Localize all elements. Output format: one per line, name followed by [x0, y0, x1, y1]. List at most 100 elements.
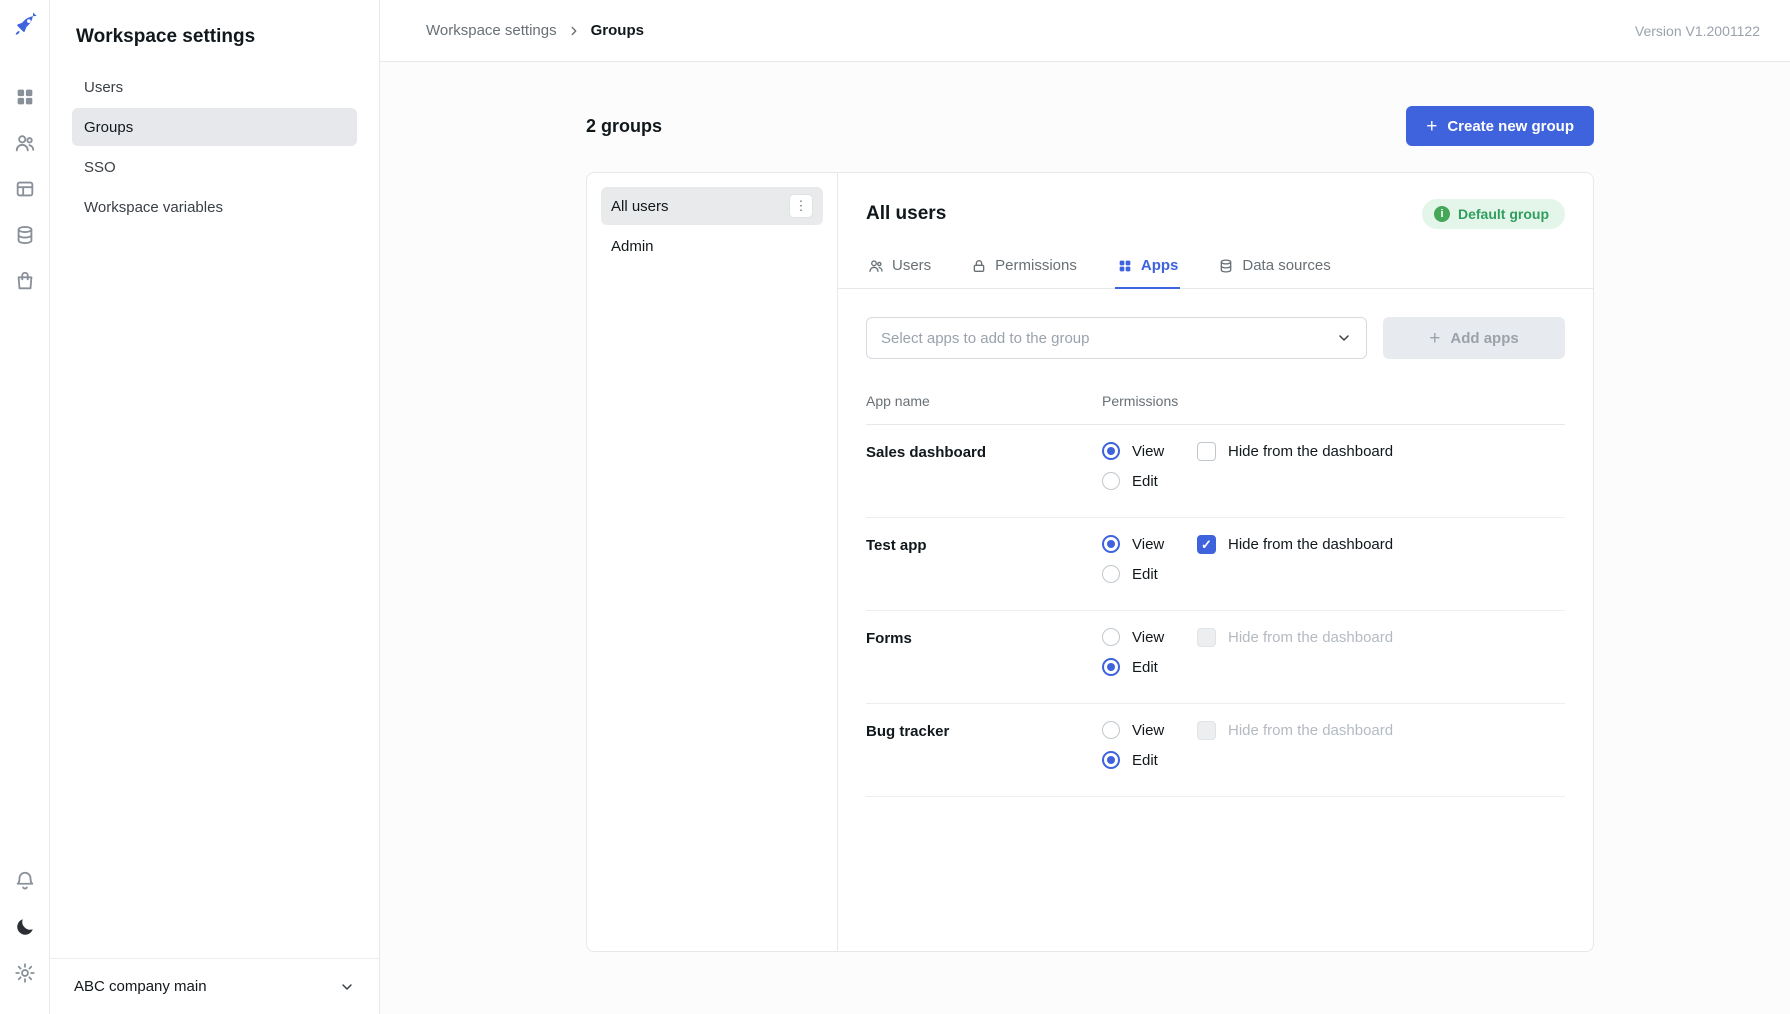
sidebar-item-groups[interactable]: Groups: [72, 108, 357, 146]
edit-permission-option[interactable]: Edit: [1102, 751, 1197, 769]
permission-radios: View Edit: [1102, 442, 1197, 502]
tab-data-sources[interactable]: Data sources: [1216, 251, 1332, 289]
hide-from-dashboard-checkbox[interactable]: [1197, 442, 1216, 461]
view-permission-option[interactable]: View: [1102, 442, 1197, 460]
apps-table-rows: Sales dashboard View Edit Hide from the …: [866, 425, 1565, 797]
app-name: Test app: [866, 537, 927, 554]
radio-label: Edit: [1132, 751, 1158, 769]
settings-sidebar: Workspace settings Users Groups SSO Work…: [50, 0, 380, 1014]
group-detail: All users i Default group Users Permissi…: [838, 173, 1593, 951]
edit-radio[interactable]: [1102, 565, 1120, 583]
edit-permission-option[interactable]: Edit: [1102, 658, 1197, 676]
edit-permission-option[interactable]: Edit: [1102, 565, 1197, 583]
view-radio[interactable]: [1102, 442, 1120, 460]
info-icon: i: [1434, 206, 1450, 222]
edit-radio[interactable]: [1102, 472, 1120, 490]
users-icon[interactable]: [14, 132, 36, 154]
group-detail-header: All users i Default group Users Permissi…: [838, 173, 1593, 289]
radio-label: Edit: [1132, 472, 1158, 490]
view-permission-option[interactable]: View: [1102, 535, 1197, 553]
view-radio[interactable]: [1102, 628, 1120, 646]
hide-from-dashboard-option[interactable]: Hide from the dashboard: [1197, 442, 1565, 461]
hide-from-dashboard-checkbox: [1197, 628, 1216, 647]
app-name: Forms: [866, 630, 912, 647]
add-apps-row: Select apps to add to the group + Add ap…: [866, 317, 1565, 359]
hide-from-dashboard-label: Hide from the dashboard: [1228, 629, 1394, 646]
version-label: Version V1.2001122: [1634, 22, 1760, 39]
workspace-switcher[interactable]: ABC company main: [50, 958, 379, 1014]
view-radio[interactable]: [1102, 721, 1120, 739]
content-scroll[interactable]: 2 groups + Create new group All users ⋮: [380, 62, 1790, 1014]
sidebar-item-label: SSO: [84, 158, 116, 176]
sidebar-item-label: Workspace variables: [84, 198, 223, 216]
users-icon: [869, 259, 883, 272]
hide-from-dashboard-option[interactable]: Hide from the dashboard: [1197, 535, 1565, 554]
radio-label: View: [1132, 535, 1165, 553]
hide-from-dashboard-option: Hide from the dashboard: [1197, 628, 1565, 647]
app-root: Workspace settings Users Groups SSO Work…: [0, 0, 1790, 1014]
apps-tab-panel: Select apps to add to the group + Add ap…: [838, 289, 1593, 825]
dashboard-grid-icon[interactable]: [14, 86, 36, 108]
content-inner: 2 groups + Create new group All users ⋮: [586, 106, 1594, 952]
workspace-switcher-label: ABC company main: [74, 978, 207, 995]
dark-mode-moon-icon[interactable]: [14, 916, 36, 938]
tab-apps[interactable]: Apps: [1114, 251, 1181, 289]
tab-users[interactable]: Users: [866, 251, 933, 289]
apps-grid-icon: [1119, 260, 1131, 271]
view-radio[interactable]: [1102, 535, 1120, 553]
kebab-menu-icon[interactable]: ⋮: [789, 194, 813, 218]
apps-table-header: App name Permissions: [866, 387, 1565, 425]
app-name: Sales dashboard: [866, 444, 987, 461]
apps-table: App name Permissions Sales dashboard Vie…: [866, 387, 1565, 797]
create-new-group-label: Create new group: [1447, 117, 1574, 135]
group-list-item-admin[interactable]: Admin: [601, 227, 823, 265]
sidebar-item-label: Groups: [84, 118, 134, 136]
database-icon: [1221, 258, 1232, 273]
breadcrumb-root[interactable]: Workspace settings: [426, 22, 557, 39]
group-title-row: All users i Default group: [866, 199, 1565, 229]
lock-icon: [973, 259, 985, 272]
group-name: All users: [611, 197, 669, 215]
group-title: All users: [866, 203, 947, 224]
breadcrumb: Workspace settings Groups: [426, 22, 644, 39]
table-row: Forms View Edit Hide from the dashboard: [866, 611, 1565, 704]
main-area: Workspace settings Groups Version V1.200…: [380, 0, 1790, 1014]
tab-label: Apps: [1140, 257, 1179, 274]
hide-from-dashboard-label: Hide from the dashboard: [1228, 536, 1394, 553]
edit-radio[interactable]: [1102, 751, 1120, 769]
groups-card: All users ⋮ Admin All users i Default gr…: [586, 172, 1594, 952]
tab-label: Permissions: [995, 257, 1077, 274]
chevron-down-icon: [339, 979, 355, 995]
sidebar-item-label: Users: [84, 78, 124, 96]
marketplace-icon[interactable]: [14, 270, 36, 292]
apps-select[interactable]: Select apps to add to the group: [866, 317, 1367, 359]
sidebar-item-sso[interactable]: SSO: [72, 148, 357, 186]
group-name: Admin: [611, 237, 654, 255]
hide-from-dashboard-checkbox[interactable]: [1197, 535, 1216, 554]
group-list-item-all-users[interactable]: All users ⋮: [601, 187, 823, 225]
edit-permission-option[interactable]: Edit: [1102, 472, 1197, 490]
radio-label: View: [1132, 721, 1165, 739]
hide-from-dashboard-label: Hide from the dashboard: [1228, 722, 1394, 739]
chevron-right-icon: [567, 24, 581, 38]
view-permission-option[interactable]: View: [1102, 721, 1197, 739]
sidebar-item-users[interactable]: Users: [72, 68, 357, 106]
sidebar-item-workspace-variables[interactable]: Workspace variables: [72, 188, 357, 226]
settings-gear-icon[interactable]: [14, 962, 36, 984]
view-permission-option[interactable]: View: [1102, 628, 1197, 646]
radio-label: View: [1132, 442, 1165, 460]
rocket-logo-icon[interactable]: [12, 12, 38, 38]
add-apps-button: + Add apps: [1383, 317, 1565, 359]
edit-radio[interactable]: [1102, 658, 1120, 676]
settings-nav: Users Groups SSO Workspace variables: [50, 68, 379, 228]
permission-radios: View Edit: [1102, 721, 1197, 781]
tab-permissions[interactable]: Permissions: [969, 251, 1079, 289]
tab-label: Users: [892, 257, 932, 274]
tab-label: Data sources: [1242, 257, 1331, 274]
plus-icon: +: [1426, 115, 1438, 137]
permission-radios: View Edit: [1102, 628, 1197, 688]
database-layers-icon[interactable]: [14, 224, 36, 246]
audit-layout-icon[interactable]: [14, 178, 36, 200]
create-new-group-button[interactable]: + Create new group: [1406, 106, 1594, 146]
notifications-bell-icon[interactable]: [14, 870, 36, 892]
